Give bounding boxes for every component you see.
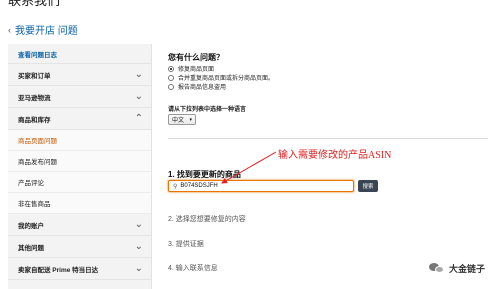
chevron-down-icon: ⌄ <box>134 263 143 274</box>
chevron-down-icon: ⌄ <box>134 219 143 230</box>
sidebar-item-other[interactable]: 其他问题 ⌄ <box>8 236 151 258</box>
sidebar-item-label: 产品评论 <box>18 180 44 187</box>
sidebar-subitem-product-page[interactable]: 商品页面问题 <box>8 130 151 151</box>
step1-title: 1. 找到要更新的商品 <box>168 170 241 179</box>
sidebar-item-label: 查看问题日志 <box>18 51 57 59</box>
chevron-up-icon: ⌃ <box>134 113 143 124</box>
language-label: 请从下拉列表中选择一种语言 <box>168 107 247 113</box>
chevron-left-icon: ‹ <box>8 24 11 35</box>
watermark-text: 大金链子 <box>448 263 485 274</box>
chevron-down-icon: ▾ <box>189 116 192 123</box>
sidebar-item-fba[interactable]: 亚马逊物流 ⌄ <box>8 86 151 108</box>
sidebar-item-prime-sfp[interactable]: 卖家自配送 Prime 特当日达 ⌄ <box>8 258 151 280</box>
sidebar-item-label: 其他问题 <box>18 244 44 252</box>
search-button[interactable]: 搜索 <box>358 180 378 192</box>
sidebar: 查看问题日志 买家和订单 ⌄ 亚马逊物流 ⌄ 商品和库存 ⌃ 商品页面问题 商品… <box>8 44 152 289</box>
sidebar-item-label: 亚马逊物流 <box>18 94 51 102</box>
sidebar-item-my-account[interactable]: 我的账户 ⌄ <box>8 214 151 236</box>
divider <box>168 138 488 139</box>
option-label: 合并重复商品页面或拆分商品页面。 <box>178 76 275 82</box>
question-title: 您有什么问题？ <box>168 53 224 62</box>
radio-button[interactable] <box>168 74 174 81</box>
language-select[interactable]: 中文 ▾ <box>168 114 196 125</box>
option-label: 报告商品信息盗用 <box>178 85 227 91</box>
radio-button[interactable] <box>168 65 174 72</box>
chevron-down-icon: ⌄ <box>134 241 143 252</box>
sidebar-item-products-inventory[interactable]: 商品和库存 ⌃ <box>8 108 151 130</box>
language-select-value: 中文 <box>172 118 185 124</box>
sidebar-item-label: 商品发布问题 <box>18 159 57 166</box>
sidebar-subitem-inactive[interactable]: 非在售商品 <box>8 193 151 214</box>
main-panel: 您有什么问题？ 修复商品页面 合并重复商品页面或拆分商品页面。 报告商品信息盗用… <box>152 44 499 289</box>
step2-title: 2. 选择您想要修复的内容 <box>168 216 246 223</box>
sidebar-item-label: 买家和订单 <box>18 72 51 80</box>
annotation-text: 输入需要修改的产品ASIN <box>278 150 392 161</box>
step4-title: 4. 输入联系信息 <box>168 265 218 272</box>
option-label: 修复商品页面 <box>178 67 215 73</box>
radio-button[interactable] <box>168 83 174 90</box>
sidebar-item-buyers-orders[interactable]: 买家和订单 ⌄ <box>8 64 151 86</box>
breadcrumb[interactable]: ‹ 我要开店 问题 <box>8 22 78 38</box>
sidebar-item-label: 商品页面问题 <box>18 138 57 145</box>
wechat-icon <box>428 261 445 275</box>
chevron-down-icon: ⌄ <box>134 69 143 80</box>
sidebar-item-label: 卖家自配送 Prime 特当日达 <box>18 266 99 274</box>
option-fix-product-page[interactable]: 修复商品页面 <box>168 64 214 73</box>
watermark: 大金链子 <box>428 261 485 275</box>
sidebar-item-label: 商品和库存 <box>18 116 51 124</box>
asin-input-value: B074SDSJFH <box>180 183 218 189</box>
sidebar-item-case-log[interactable]: 查看问题日志 <box>8 44 151 64</box>
sidebar-subitem-reviews[interactable]: 产品评论 <box>8 172 151 193</box>
step3-title: 3. 提供证据 <box>168 241 204 248</box>
option-report-theft[interactable]: 报告商品信息盗用 <box>168 82 226 91</box>
chevron-down-icon: ⌄ <box>134 91 143 102</box>
option-merge-split[interactable]: 合并重复商品页面或拆分商品页面。 <box>168 73 274 82</box>
page-title: 联系我们 <box>8 0 61 8</box>
asin-search-input[interactable]: ⚲ B074SDSJFH <box>168 180 354 192</box>
sidebar-item-label: 非在售商品 <box>18 201 51 208</box>
breadcrumb-label[interactable]: 我要开店 问题 <box>15 22 78 37</box>
sidebar-subitem-listing[interactable]: 商品发布问题 <box>8 151 151 172</box>
search-icon: ⚲ <box>173 183 178 190</box>
sidebar-item-label: 我的账户 <box>18 222 44 230</box>
